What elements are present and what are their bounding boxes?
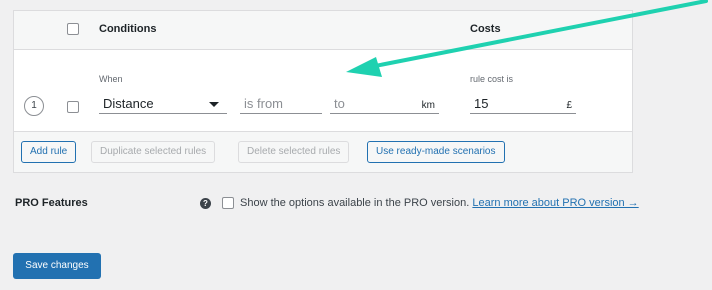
select-all-checkbox[interactable]	[67, 23, 79, 35]
rule-actions: Add rule Duplicate selected rules Delete…	[14, 132, 632, 172]
rule-index-badge: 1	[24, 96, 44, 116]
save-changes-button[interactable]: Save changes	[13, 253, 101, 279]
add-rule-button[interactable]: Add rule	[21, 141, 77, 163]
pro-features-label: PRO Features	[15, 197, 88, 209]
distance-unit: km	[421, 100, 435, 111]
distance-from-input[interactable]: is from	[240, 94, 322, 114]
rule-cost-label: rule cost is	[470, 74, 514, 84]
pro-learn-more-link[interactable]: Learn more about PRO version →	[472, 197, 638, 209]
ready-scenarios-button[interactable]: Use ready-made scenarios	[367, 141, 505, 163]
distance-from-placeholder: is from	[244, 96, 283, 111]
help-icon[interactable]: ?	[200, 198, 211, 209]
pro-features-checkbox[interactable]	[222, 197, 234, 209]
pro-features-text: Show the options available in the PRO ve…	[240, 197, 470, 209]
condition-select-value: Distance	[103, 96, 154, 111]
conditions-header: Conditions	[99, 23, 157, 35]
condition-select[interactable]: Distance	[99, 94, 227, 114]
currency-symbol: £	[566, 100, 572, 111]
rule-select-checkbox[interactable]	[67, 101, 79, 113]
costs-header: Costs	[470, 23, 501, 35]
rule-cost-input[interactable]: 15 £	[470, 94, 576, 114]
when-label: When	[99, 74, 123, 84]
distance-to-input[interactable]: to km	[330, 94, 439, 114]
table-header-row: Conditions Costs	[14, 11, 632, 50]
rule-cost-value: 15	[474, 96, 489, 111]
chevron-down-icon	[209, 102, 219, 107]
distance-to-placeholder: to	[334, 96, 345, 111]
rule-row: 1 When Distance is from to km rule cost …	[14, 49, 632, 132]
rules-table: Conditions Costs 1 When Distance is from…	[13, 10, 633, 173]
pro-features-description: Show the options available in the PRO ve…	[240, 197, 639, 209]
delete-rules-button[interactable]: Delete selected rules	[238, 141, 350, 163]
duplicate-rules-button[interactable]: Duplicate selected rules	[91, 141, 216, 163]
